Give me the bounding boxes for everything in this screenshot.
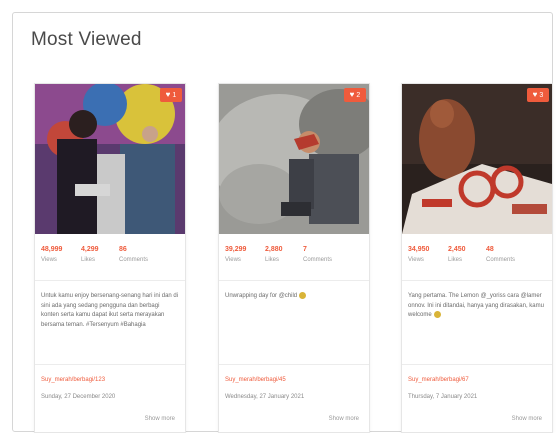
likes-badge: ♥ 2 — [344, 88, 366, 102]
likes-badge-count: 1 — [172, 91, 177, 99]
post-date: Thursday, 7 January 2021 — [408, 394, 478, 400]
post-thumbnail[interactable]: ♥ 3 — [402, 84, 552, 234]
divider — [35, 280, 185, 281]
stat-comments: 48 Comments — [486, 246, 515, 263]
heart-icon: ♥ — [165, 90, 171, 99]
stat-label: Likes — [448, 257, 463, 263]
stat-likes: 2,450 Likes — [448, 246, 466, 263]
stat-value: 34,950 — [408, 246, 430, 253]
divider — [402, 280, 552, 281]
stat-comments: 7 Comments — [303, 246, 332, 263]
post-caption: Unwrapping day for @child — [225, 292, 363, 302]
likes-badge-count: 3 — [539, 91, 544, 99]
stat-label: Views — [41, 257, 57, 263]
divider — [219, 280, 369, 281]
post-thumbnail[interactable]: ♥ 1 — [35, 84, 185, 234]
stat-views: 34,950 Views — [408, 246, 429, 263]
stat-value: 7 — [303, 246, 307, 253]
post-caption: Untuk kamu enjoy bersenang-senang hari i… — [41, 293, 179, 328]
post-card[interactable]: ♥ 1 48,999 Views 4,299 Likes 86 Comments… — [34, 83, 186, 433]
stat-value: 4,299 — [81, 246, 99, 253]
stat-label: Comments — [119, 257, 149, 263]
divider — [219, 364, 369, 365]
caption-text: Unwrapping day for @child — [225, 293, 298, 300]
heart-icon: ♥ — [349, 90, 355, 99]
stat-views: 48,999 Views — [41, 246, 62, 263]
stat-label: Likes — [265, 257, 280, 263]
stat-views: 39,299 Views — [225, 246, 246, 263]
smile-emoji-icon — [433, 311, 441, 319]
stat-label: Comments — [486, 257, 516, 263]
stat-label: Views — [225, 257, 241, 263]
post-image — [219, 84, 369, 234]
post-card[interactable]: ♥ 3 34,950 Views 2,450 Likes 48 Comments… — [401, 83, 553, 433]
divider — [35, 364, 185, 365]
post-stats: 34,950 Views 2,450 Likes 48 Comments — [402, 246, 552, 276]
stat-value: 2,450 — [448, 246, 466, 253]
most-viewed-panel: Most Viewed ♥ 1 48,999 Views 4,299 Likes… — [12, 12, 553, 433]
post-stats: 48,999 Views 4,299 Likes 86 Comments — [35, 246, 185, 276]
heart-icon: ♥ — [532, 90, 538, 99]
likes-badge-count: 2 — [356, 91, 361, 99]
stat-label: Views — [408, 257, 424, 263]
post-date: Sunday, 27 December 2020 — [41, 394, 116, 400]
likes-badge: ♥ 3 — [527, 88, 549, 102]
post-image — [402, 84, 552, 234]
stat-value: 48 — [486, 246, 494, 253]
stat-value: 39,299 — [225, 246, 247, 253]
stat-label: Comments — [303, 257, 333, 263]
caption-text: Yang pertama. The Lemon @_yoriss cara @l… — [408, 293, 544, 319]
stat-value: 86 — [119, 246, 127, 253]
post-author-link[interactable]: Suy_merah/berbagi/123 — [41, 377, 105, 383]
likes-badge: ♥ 1 — [160, 88, 182, 102]
stat-value: 2,880 — [265, 246, 283, 253]
post-card[interactable]: ♥ 2 39,299 Views 2,880 Likes 7 Comments … — [218, 83, 370, 433]
stat-value: 48,999 — [41, 246, 63, 253]
post-author-link[interactable]: Suy_merah/berbagi/45 — [225, 377, 286, 383]
divider — [402, 364, 552, 365]
stat-label: Likes — [81, 257, 96, 263]
post-caption: Yang pertama. The Lemon @_yoriss cara @l… — [408, 292, 546, 321]
post-stats: 39,299 Views 2,880 Likes 7 Comments — [219, 246, 369, 276]
smile-emoji-icon — [299, 292, 307, 299]
post-thumbnail[interactable]: ♥ 2 — [219, 84, 369, 234]
post-author-link[interactable]: Suy_merah/berbagi/67 — [408, 377, 469, 383]
stat-likes: 4,299 Likes — [81, 246, 99, 263]
stat-comments: 86 Comments — [119, 246, 148, 263]
post-image — [35, 84, 185, 234]
post-date: Wednesday, 27 January 2021 — [225, 394, 305, 400]
stat-likes: 2,880 Likes — [265, 246, 283, 263]
section-title: Most Viewed — [31, 29, 142, 50]
